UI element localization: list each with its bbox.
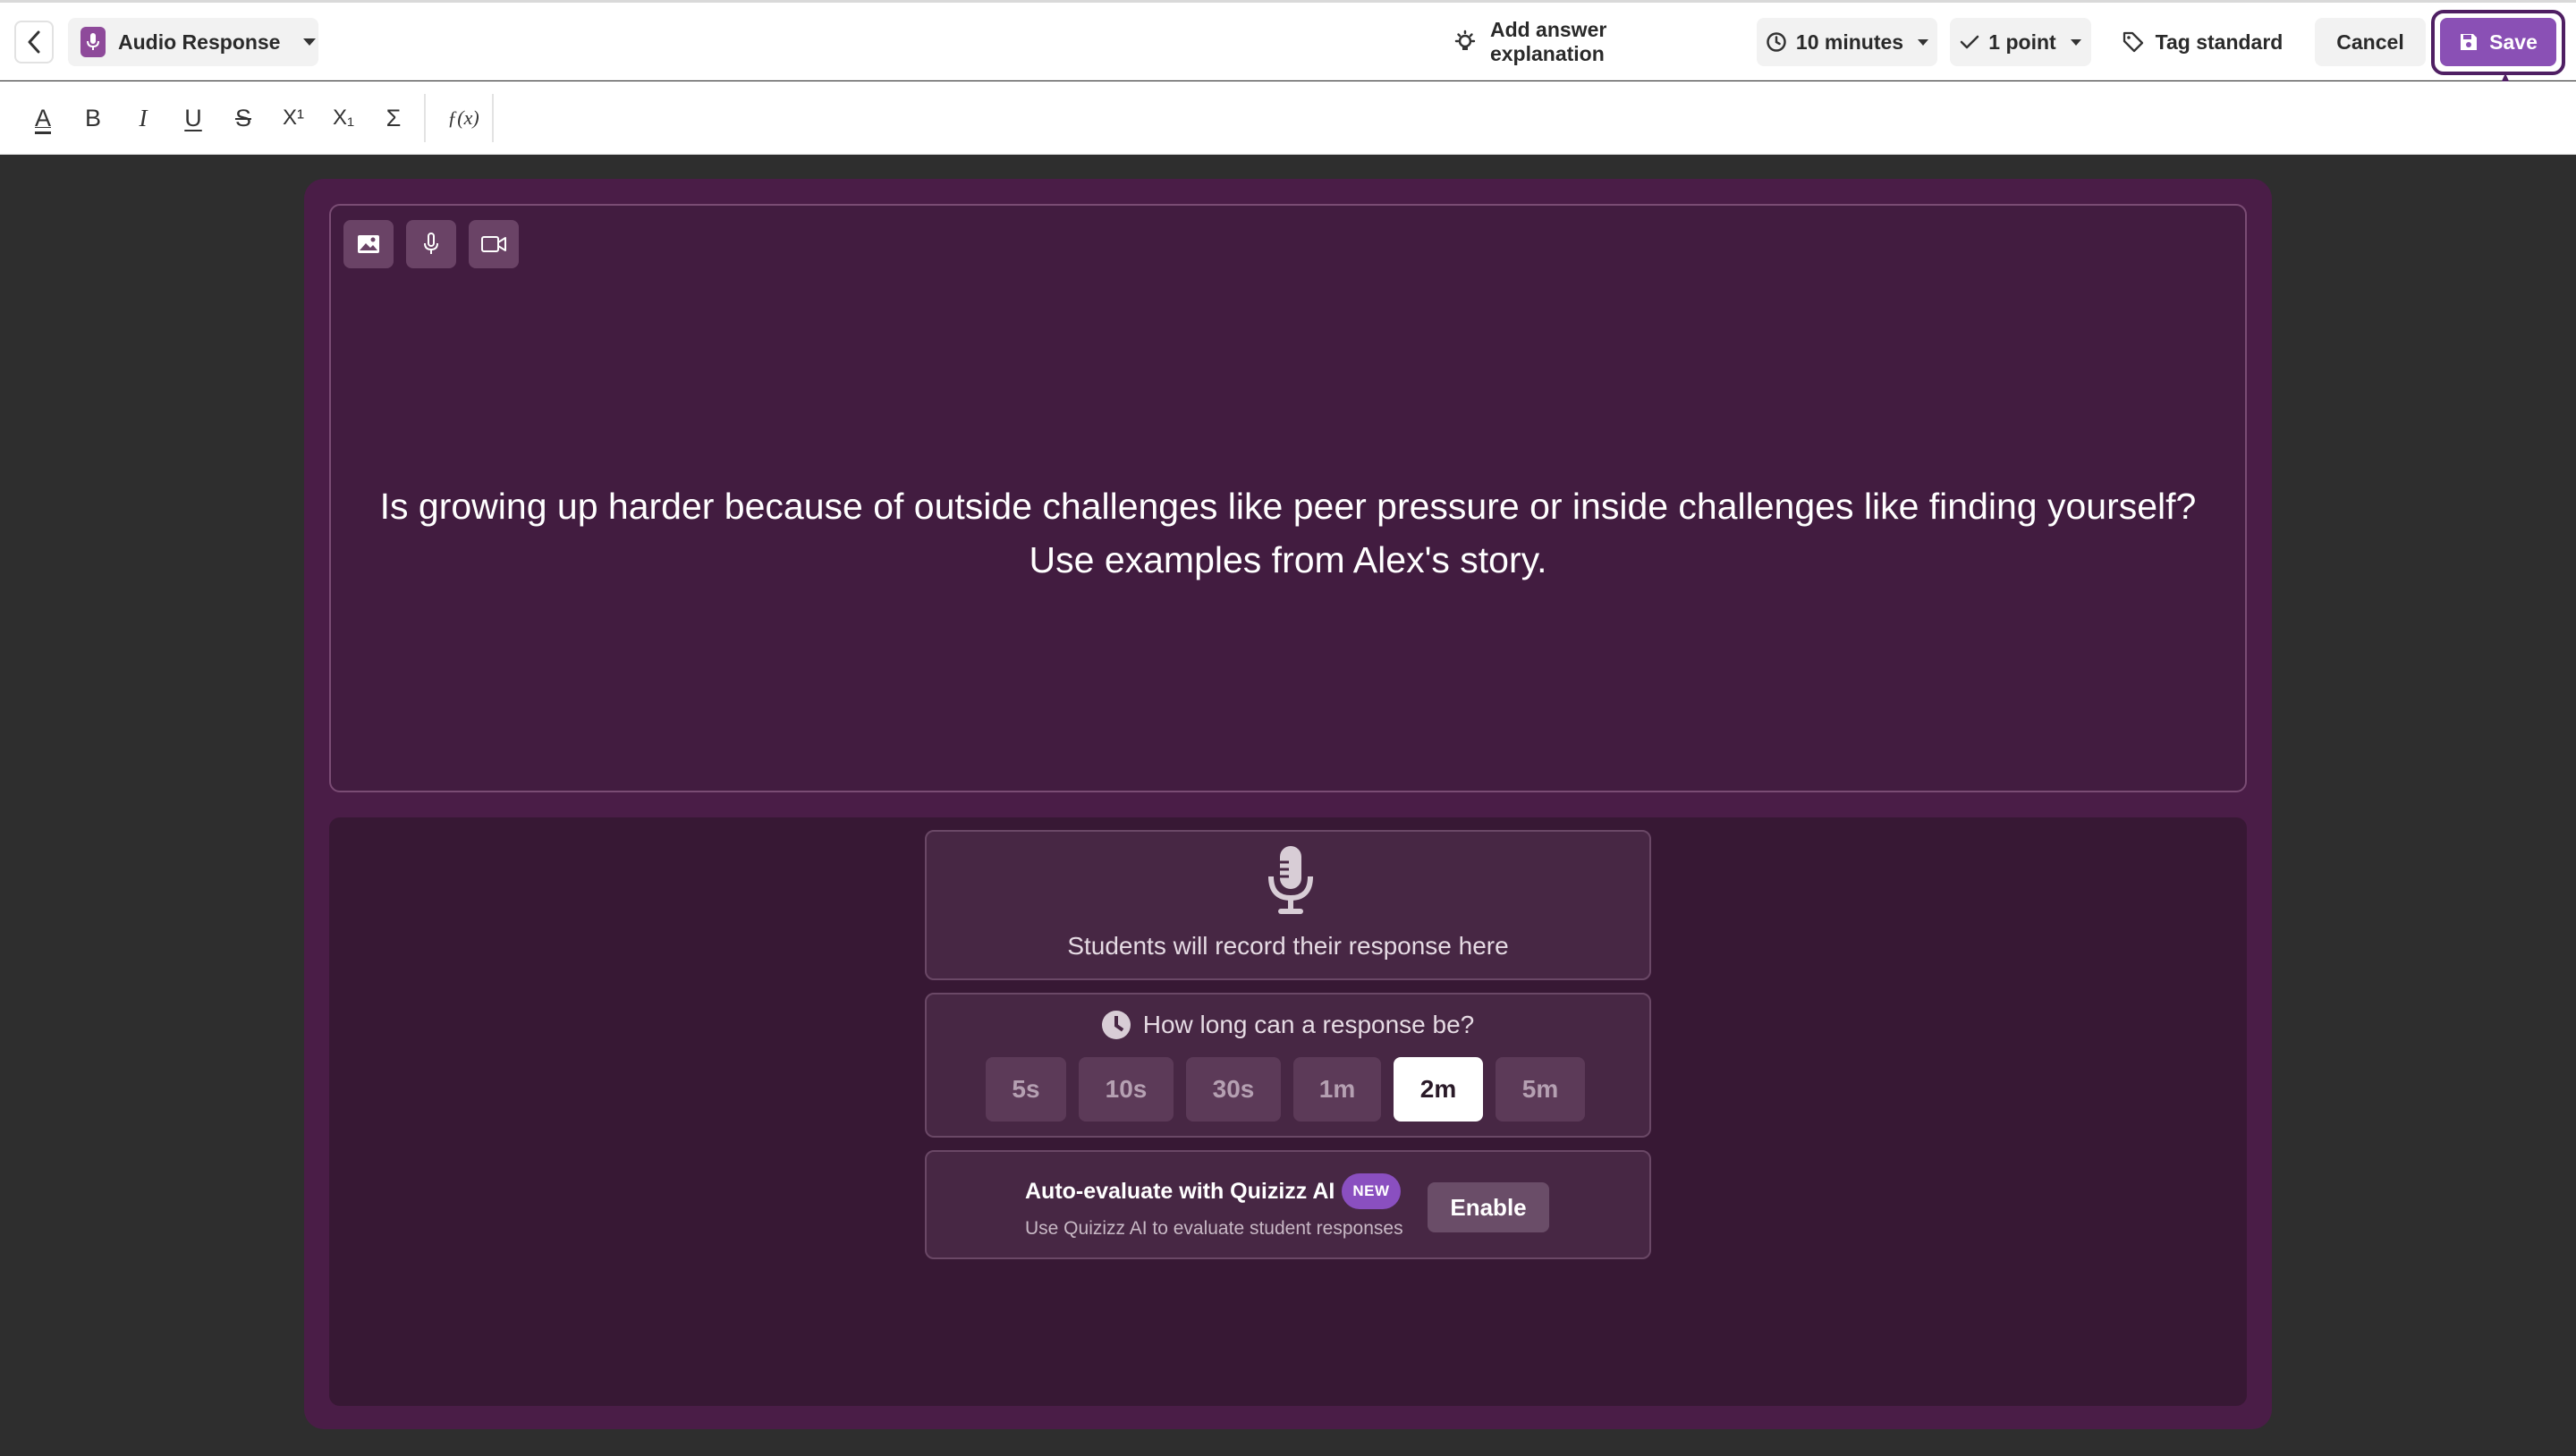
microphone-icon: [1268, 846, 1313, 914]
cancel-button[interactable]: Cancel: [2315, 18, 2426, 66]
ai-evaluate-title: Auto-evaluate with Quizizz AI: [1025, 1178, 1335, 1204]
subscript-icon: X₁: [332, 106, 355, 130]
save-label: Save: [2489, 30, 2538, 54]
formula-icon: ƒ(x): [447, 106, 479, 129]
subscript-button[interactable]: X₁: [322, 96, 365, 140]
response-duration-card: How long can a response be? 5s 10s 30s 1…: [925, 993, 1651, 1138]
chevron-down-icon: [2070, 38, 2081, 46]
cancel-label: Cancel: [2336, 30, 2404, 54]
add-image-button[interactable]: [343, 220, 394, 268]
duration-option-2m[interactable]: 2m: [1394, 1057, 1483, 1122]
formatting-toolbar: A B I U S X¹ X₁ Σ ƒ(x): [0, 81, 2576, 155]
back-button[interactable]: [14, 21, 54, 63]
strikethrough-button[interactable]: S: [222, 96, 265, 140]
add-audio-button[interactable]: [406, 220, 456, 268]
duration-option-30s[interactable]: 30s: [1186, 1057, 1281, 1122]
duration-prompt: How long can a response be?: [1142, 1011, 1475, 1038]
points-select[interactable]: 1 point: [1950, 18, 2091, 66]
bold-button[interactable]: B: [72, 96, 114, 140]
question-editor: Is growing up harder because of outside …: [304, 179, 2272, 1429]
bold-icon: B: [84, 104, 101, 131]
chevron-left-icon: [28, 30, 40, 54]
check-icon: [1961, 35, 1979, 49]
ai-evaluate-card: Auto-evaluate with Quizizz AI NEW Use Qu…: [925, 1150, 1651, 1259]
clock-icon: [1767, 32, 1786, 52]
text-color-button[interactable]: A: [21, 96, 64, 140]
time-limit-select[interactable]: 10 minutes: [1757, 18, 1937, 66]
italic-icon: I: [139, 104, 148, 131]
top-bar: Audio Response Add answer explanation 10…: [0, 0, 2576, 80]
question-type-select[interactable]: Audio Response: [68, 18, 318, 66]
duration-option-5m[interactable]: 5m: [1496, 1057, 1585, 1122]
chevron-down-icon: [1918, 38, 1929, 46]
microphone-icon: [80, 27, 106, 57]
duration-option-10s[interactable]: 10s: [1079, 1057, 1174, 1122]
lightbulb-icon: [1454, 30, 1476, 50]
superscript-icon: X¹: [283, 106, 304, 130]
tag-standard-button[interactable]: Tag standard: [2113, 18, 2292, 66]
tag-standard-label: Tag standard: [2155, 30, 2284, 54]
italic-button[interactable]: I: [122, 96, 165, 140]
text-color-icon: A: [34, 104, 51, 131]
question-box[interactable]: Is growing up harder because of outside …: [329, 204, 2247, 792]
sigma-button[interactable]: Σ: [372, 96, 415, 140]
clock-icon: [1101, 1011, 1131, 1039]
new-badge: NEW: [1342, 1173, 1401, 1209]
enable-ai-button[interactable]: Enable: [1428, 1182, 1549, 1232]
toolbar-divider: [492, 94, 494, 142]
add-answer-explanation-button[interactable]: Add answer explanation: [1453, 18, 1726, 66]
question-type-label: Audio Response: [118, 30, 281, 54]
points-label: 1 point: [1988, 30, 2056, 54]
sigma-icon: Σ: [386, 104, 402, 131]
add-video-button[interactable]: [469, 220, 519, 268]
strikethrough-icon: S: [234, 104, 251, 131]
answer-area: Students will record their response here…: [329, 817, 2247, 1406]
image-icon: [358, 235, 379, 253]
ai-evaluate-title-row: Auto-evaluate with Quizizz AI NEW: [1025, 1173, 1401, 1209]
toolbar-divider: [424, 94, 426, 142]
save-button[interactable]: Save: [2440, 18, 2556, 66]
record-hint: Students will record their response here: [1067, 932, 1509, 960]
tag-icon: [2123, 31, 2143, 53]
formula-button[interactable]: ƒ(x): [438, 96, 488, 140]
question-text[interactable]: Is growing up harder because of outside …: [349, 479, 2227, 587]
chevron-down-icon: [303, 38, 317, 46]
duration-option-1m[interactable]: 1m: [1293, 1057, 1381, 1122]
time-limit-label: 10 minutes: [1795, 30, 1904, 54]
duration-option-5s[interactable]: 5s: [986, 1057, 1066, 1122]
floppy-disk-icon: [2461, 34, 2478, 50]
underline-button[interactable]: U: [172, 96, 215, 140]
duration-prompt-row: How long can a response be?: [927, 1011, 1649, 1039]
microphone-icon: [424, 233, 438, 254]
video-icon: [481, 236, 506, 252]
ai-evaluate-subtitle: Use Quizizz AI to evaluate student respo…: [1025, 1218, 1403, 1239]
add-answer-explanation-label: Add answer explanation: [1489, 18, 1607, 65]
record-response-card: Students will record their response here: [925, 830, 1651, 980]
superscript-button[interactable]: X¹: [272, 96, 315, 140]
underline-icon: U: [184, 104, 202, 131]
